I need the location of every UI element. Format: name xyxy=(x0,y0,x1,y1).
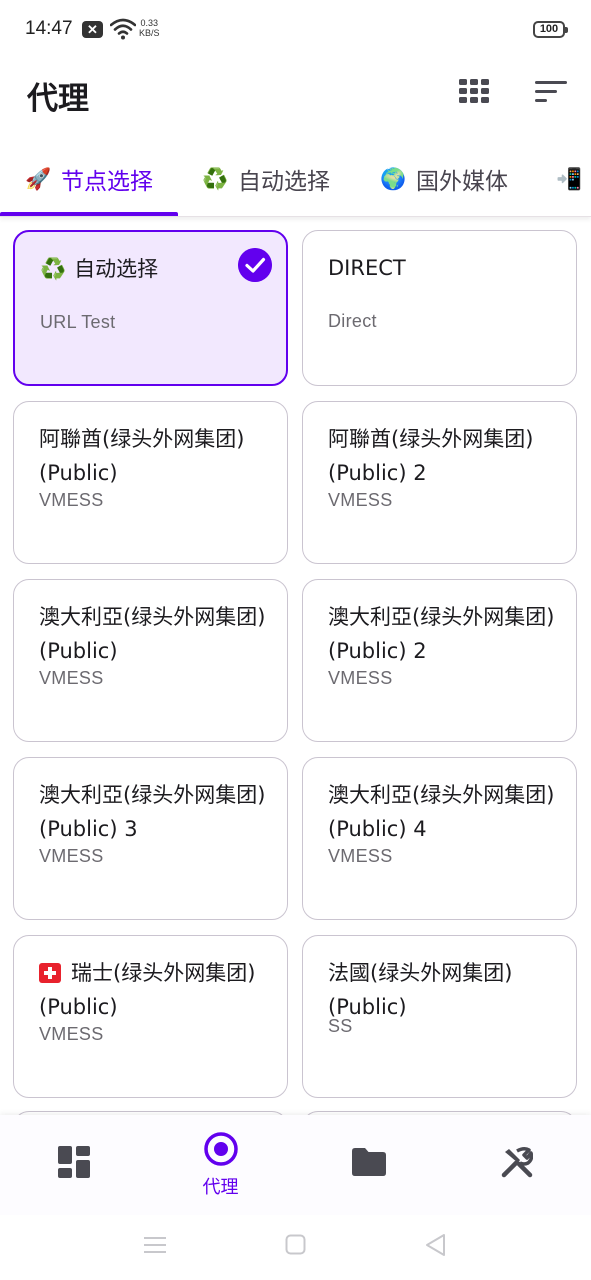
proxy-name: 阿聯酋(绿头外网集团)(Public) xyxy=(39,427,245,485)
proxy-name: 澳大利亞(绿头外网集团)(Public) xyxy=(39,605,266,663)
proxy-name: 法國(绿头外网集团)(Public) xyxy=(328,961,513,1019)
mobile-arrow-icon: 📲 xyxy=(556,166,583,191)
status-bar: 14:47 ✕ 0.33 KB/S 100 xyxy=(0,0,591,60)
proxy-card[interactable]: 澳大利亞(绿头外网集团)(Public) 4 VMESS xyxy=(302,757,577,920)
dashboard-icon xyxy=(57,1146,90,1178)
recycle-icon: ♻️ xyxy=(202,166,229,191)
home-icon[interactable] xyxy=(285,1234,306,1255)
tab-label: 节点选择 xyxy=(61,169,153,195)
folder-icon xyxy=(351,1148,386,1176)
tab-node-select[interactable]: 🚀 节点选择 xyxy=(25,162,153,196)
tab-indicator xyxy=(0,212,178,216)
proxy-card[interactable]: 阿聯酋(绿头外网集团)(Public) 2 VMESS xyxy=(302,401,577,564)
tab-partial[interactable]: 📲 xyxy=(556,162,591,196)
proxy-type: VMESS xyxy=(328,668,393,688)
bottom-navigation: 代理 xyxy=(0,1115,591,1215)
network-speed-value: 0.33 xyxy=(140,18,159,28)
tab-bar: 🚀 节点选择 ♻️ 自动选择 🌍 国外媒体 📲 xyxy=(0,140,591,217)
proxy-card[interactable]: DIRECT Direct xyxy=(302,230,577,386)
proxy-type: VMESS xyxy=(39,668,104,688)
tab-foreign-media[interactable]: 🌍 国外媒体 xyxy=(380,162,508,196)
proxy-name: 澳大利亞(绿头外网集团)(Public) 2 xyxy=(328,605,555,663)
check-circle-icon xyxy=(238,248,272,282)
wifi-icon xyxy=(110,18,136,40)
menu-icon[interactable] xyxy=(144,1235,166,1255)
grid-view-icon[interactable] xyxy=(459,79,489,103)
proxy-type: SS xyxy=(328,1016,353,1036)
proxy-radio-icon xyxy=(203,1132,238,1166)
close-box-icon: ✕ xyxy=(82,21,103,38)
proxy-name-text: 瑞士(绿头外网集团)(Public) xyxy=(39,961,256,1019)
proxy-name: 澳大利亞(绿头外网集团)(Public) 4 xyxy=(328,783,555,841)
system-navigation-bar xyxy=(0,1215,591,1280)
proxy-type: VMESS xyxy=(39,1024,104,1044)
proxy-name: 阿聯酋(绿头外网集团)(Public) 2 xyxy=(328,427,534,485)
network-speed: 0.33 KB/S xyxy=(139,18,160,38)
globe-icon: 🌍 xyxy=(380,166,407,191)
proxy-name: 澳大利亞(绿头外网集团)(Public) 3 xyxy=(39,783,266,841)
proxy-name: DIRECT xyxy=(328,256,406,280)
proxy-name: ♻️ 自动选择 xyxy=(40,252,266,286)
nav-tools[interactable] xyxy=(443,1115,590,1215)
nav-profiles[interactable] xyxy=(295,1115,442,1215)
tab-label: 国外媒体 xyxy=(416,169,508,195)
app-bar: 代理 xyxy=(0,60,591,130)
tab-auto-select[interactable]: ♻️ 自动选择 xyxy=(202,162,330,196)
tab-label: 自动选择 xyxy=(238,169,330,195)
proxy-card[interactable]: 澳大利亞(绿头外网集团)(Public) VMESS xyxy=(13,579,288,742)
proxy-card[interactable]: 阿聯酋(绿头外网集团)(Public) VMESS xyxy=(13,401,288,564)
recycle-icon: ♻️ xyxy=(40,257,67,281)
proxy-card[interactable]: 法國(绿头外网集团)(Public) SS xyxy=(302,935,577,1098)
proxy-name-text: 自动选择 xyxy=(74,257,159,281)
status-time: 14:47 xyxy=(25,18,73,39)
rocket-icon: 🚀 xyxy=(25,166,52,191)
proxy-type: Direct xyxy=(328,311,377,331)
nav-label: 代理 xyxy=(202,1177,239,1198)
swiss-flag-icon xyxy=(39,963,61,983)
proxy-type: VMESS xyxy=(328,846,393,866)
page-title: 代理 xyxy=(27,81,89,117)
tools-icon xyxy=(501,1146,533,1178)
proxy-card[interactable]: 瑞士(绿头外网集团)(Public) VMESS xyxy=(13,935,288,1098)
nav-proxy[interactable]: 代理 xyxy=(147,1115,294,1215)
proxy-type: VMESS xyxy=(39,846,104,866)
proxy-type: URL Test xyxy=(40,312,116,332)
sort-icon[interactable] xyxy=(535,80,567,104)
network-speed-unit: KB/S xyxy=(139,28,160,38)
back-icon[interactable] xyxy=(424,1233,446,1257)
proxy-card[interactable]: 澳大利亞(绿头外网集团)(Public) 3 VMESS xyxy=(13,757,288,920)
proxy-type: VMESS xyxy=(39,490,104,510)
nav-dashboard[interactable] xyxy=(0,1115,147,1215)
proxy-card[interactable]: 澳大利亞(绿头外网集团)(Public) 2 VMESS xyxy=(302,579,577,742)
proxy-type: VMESS xyxy=(328,490,393,510)
proxy-name: 瑞士(绿头外网集团)(Public) xyxy=(39,956,267,1024)
proxy-grid: ♻️ 自动选择 URL Test DIRECT Direct 阿聯酋(绿头外网集团… xyxy=(0,230,591,1115)
proxy-card[interactable]: ♻️ 自动选择 URL Test xyxy=(13,230,288,386)
battery-indicator: 100 xyxy=(533,21,568,38)
